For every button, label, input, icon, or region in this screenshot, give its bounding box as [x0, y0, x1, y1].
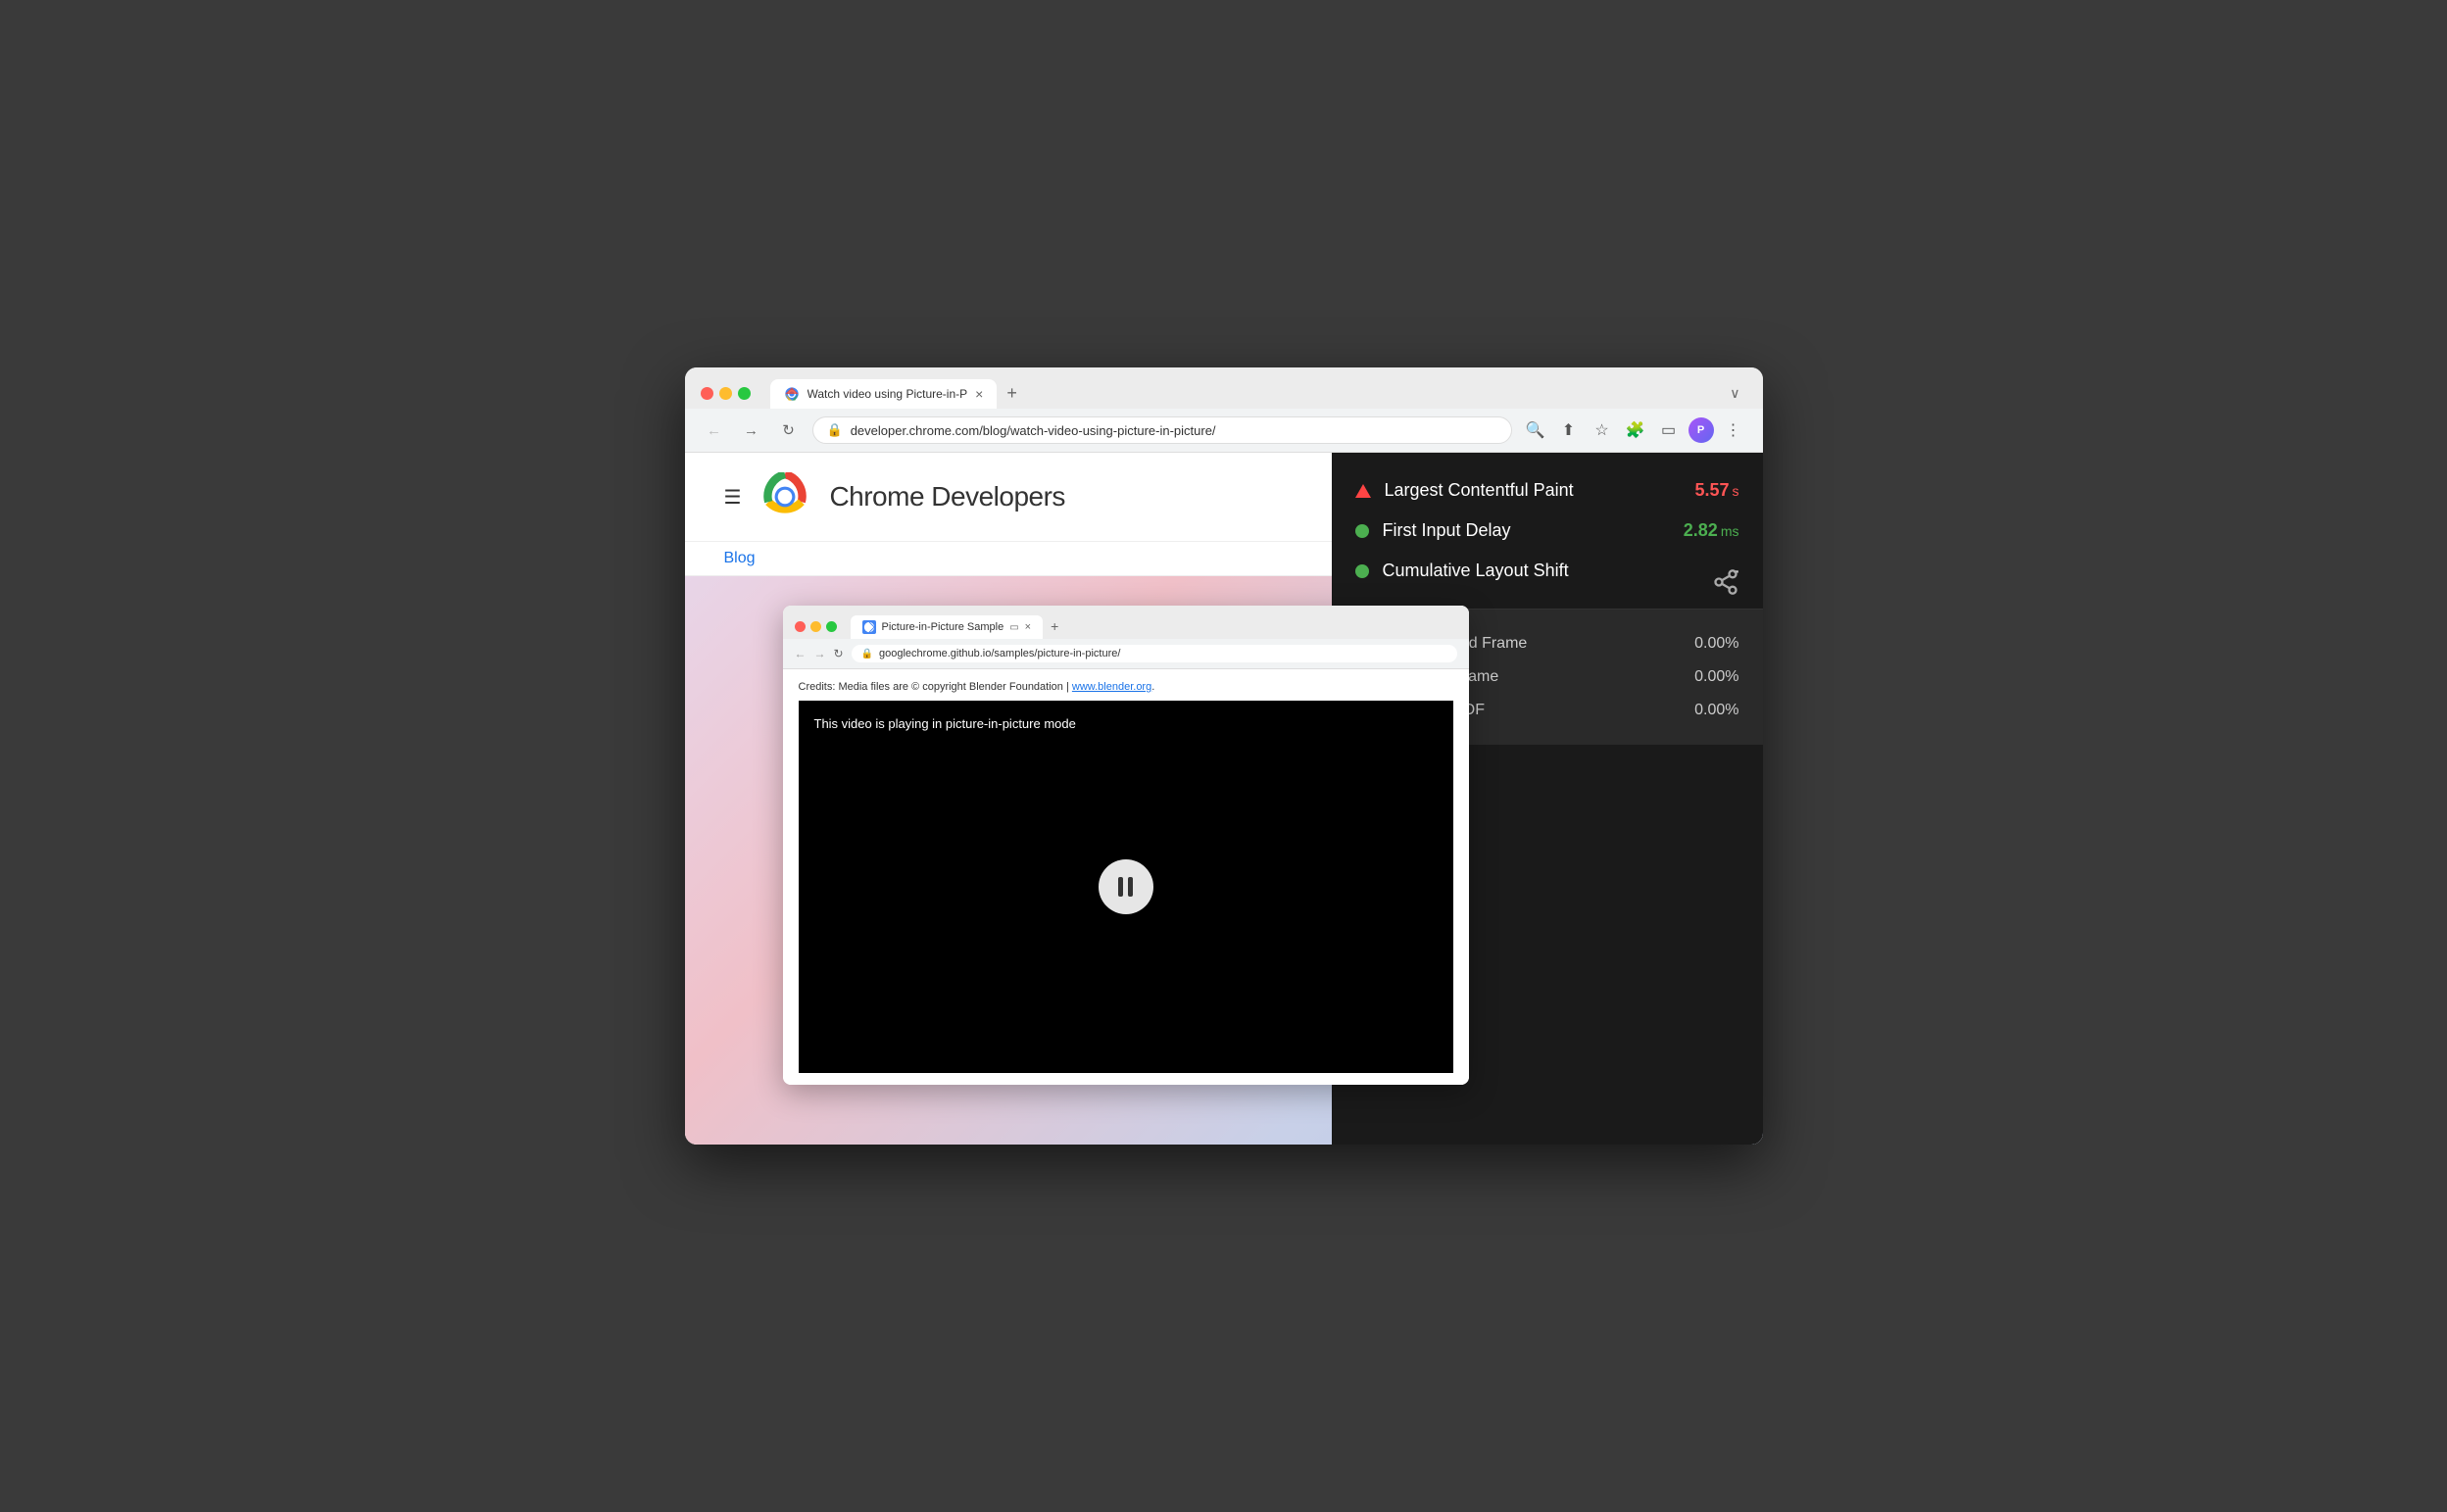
inner-title-bar: Picture-in-Picture Sample ▭ × + — [783, 606, 1469, 639]
cls-status-indicator — [1355, 564, 1369, 578]
inner-url-display: googlechrome.github.io/samples/picture-i… — [879, 648, 1120, 659]
search-icon[interactable]: 🔍 — [1522, 416, 1549, 444]
minimize-button[interactable] — [719, 387, 732, 400]
pause-bar-left — [1118, 877, 1123, 897]
title-bar: Watch video using Picture-in-P × + ∨ — [685, 367, 1763, 409]
blender-link[interactable]: www.blender.org — [1072, 681, 1151, 693]
split-view-icon[interactable]: ▭ — [1655, 416, 1683, 444]
browser-window: Watch video using Picture-in-P × + ∨ ← →… — [685, 367, 1763, 1145]
fid-status-indicator — [1355, 524, 1369, 538]
blog-nav-link[interactable]: Blog — [724, 550, 756, 566]
inner-tabs: Picture-in-Picture Sample ▭ × + — [851, 613, 1457, 639]
traffic-lights — [701, 387, 751, 400]
inner-traffic-lights — [795, 621, 837, 632]
fid-metric-row: First Input Delay 2.82ms — [1355, 511, 1739, 551]
menu-icon[interactable]: ⋮ — [1720, 416, 1747, 444]
chrome-logo — [760, 472, 809, 521]
video-caption: This video is playing in picture-in-pict… — [814, 716, 1076, 731]
cls-metric-name: Cumulative Layout Shift — [1383, 561, 1720, 581]
inner-forward-button[interactable]: → — [814, 647, 826, 660]
p95-dropped-frame-value: 0.00% — [1694, 702, 1738, 719]
share-icon[interactable]: ⬆ — [1555, 416, 1583, 444]
inner-active-tab[interactable]: Picture-in-Picture Sample ▭ × — [851, 615, 1044, 639]
inner-close-button[interactable] — [795, 621, 806, 632]
url-display: developer.chrome.com/blog/watch-video-us… — [851, 423, 1497, 438]
avg-dropped-frame-value: 0.00% — [1694, 635, 1738, 653]
inner-omnibox-bar: ← → ↻ 🔒 googlechrome.github.io/samples/p… — [783, 639, 1469, 669]
pause-button[interactable] — [1099, 859, 1153, 914]
fullscreen-button[interactable] — [738, 387, 751, 400]
lock-icon: 🔒 — [827, 422, 843, 438]
web-vitals-section: Largest Contentful Paint 5.57s First Inp… — [1332, 453, 1763, 610]
site-title: Chrome Developers — [829, 481, 1065, 512]
fid-metric-value: 2.82ms — [1684, 520, 1739, 541]
close-button[interactable] — [701, 387, 713, 400]
inner-tab-title: Picture-in-Picture Sample — [882, 621, 1004, 633]
tab-title: Watch video using Picture-in-P — [808, 387, 968, 401]
omnibox[interactable]: 🔒 developer.chrome.com/blog/watch-video-… — [812, 416, 1512, 444]
fid-metric-name: First Input Delay — [1383, 520, 1670, 541]
lcp-metric-name: Largest Contentful Paint — [1385, 480, 1682, 501]
tab-expand-button[interactable]: ∨ — [1723, 378, 1746, 409]
inner-minimize-button[interactable] — [810, 621, 821, 632]
back-button[interactable]: ← — [701, 416, 728, 444]
inner-fullscreen-button[interactable] — [826, 621, 837, 632]
video-player[interactable]: This video is playing in picture-in-pict… — [799, 701, 1453, 1073]
max-dropped-frame-value: 0.00% — [1694, 668, 1738, 686]
cast-icon: ▭ — [1009, 622, 1018, 633]
page-content: ☰ Chrome Developers Blog — [685, 453, 1763, 1145]
inner-tab-close[interactable]: × — [1025, 621, 1031, 633]
share-icon-container — [1712, 568, 1739, 601]
new-tab-button[interactable]: + — [997, 377, 1027, 409]
tab-favicon — [784, 386, 800, 402]
inner-tab-favicon — [862, 620, 876, 634]
pause-bar-right — [1128, 877, 1133, 897]
extensions-icon[interactable]: 🧩 — [1622, 416, 1649, 444]
credits-text: Credits: Media files are © copyright Ble… — [799, 681, 1453, 693]
inner-back-button[interactable]: ← — [795, 647, 807, 660]
share-icon[interactable] — [1712, 568, 1739, 596]
tabs-container: Watch video using Picture-in-P × + ∨ — [770, 377, 1747, 409]
lcp-metric-value: 5.57s — [1694, 480, 1738, 501]
inner-reload-button[interactable]: ↻ — [834, 647, 844, 660]
inner-browser-window: Picture-in-Picture Sample ▭ × + ← → ↻ — [783, 606, 1469, 1085]
cls-metric-row: Cumulative Layout Shift - — [1355, 551, 1739, 591]
reload-button[interactable]: ↻ — [775, 416, 803, 444]
inner-page: Credits: Media files are © copyright Ble… — [783, 669, 1469, 1085]
pause-icon — [1118, 877, 1133, 897]
profile-avatar[interactable]: P — [1688, 417, 1714, 443]
hamburger-menu[interactable]: ☰ — [724, 485, 742, 510]
tab-close-button[interactable]: × — [975, 387, 983, 401]
active-tab[interactable]: Watch video using Picture-in-P × — [770, 379, 998, 409]
inner-lock-icon: 🔒 — [861, 649, 873, 659]
bookmark-icon[interactable]: ☆ — [1589, 416, 1616, 444]
inner-omnibox[interactable]: 🔒 googlechrome.github.io/samples/picture… — [852, 645, 1457, 662]
toolbar-icons: 🔍 ⬆ ☆ 🧩 ▭ P ⋮ — [1522, 416, 1747, 444]
lcp-metric-row: Largest Contentful Paint 5.57s — [1355, 470, 1739, 511]
forward-button[interactable]: → — [738, 416, 765, 444]
omnibox-bar: ← → ↻ 🔒 developer.chrome.com/blog/watch-… — [685, 409, 1763, 453]
inner-new-tab-button[interactable]: + — [1043, 613, 1066, 639]
lcp-warning-indicator — [1355, 484, 1371, 498]
